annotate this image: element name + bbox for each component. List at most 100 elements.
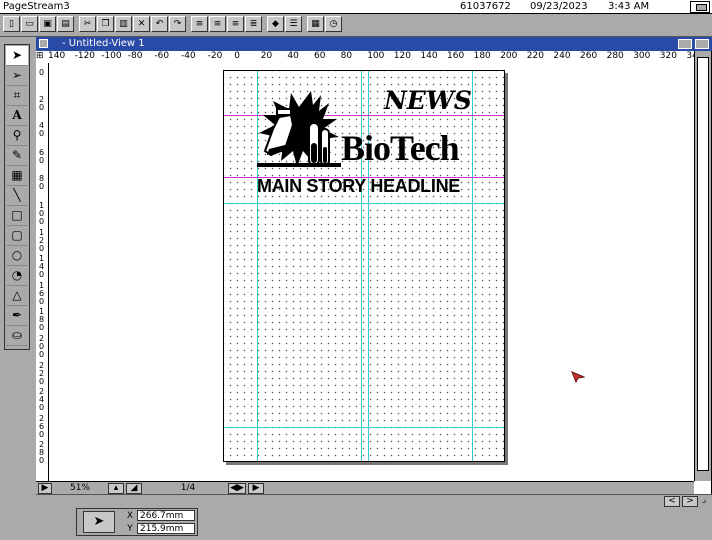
v-ruler-tick: 200 bbox=[38, 334, 45, 359]
pointer-icon[interactable]: ➤ bbox=[83, 511, 115, 533]
depth-gadget-icon[interactable] bbox=[695, 39, 709, 49]
crop-tool-icon[interactable]: ⌗ bbox=[6, 86, 28, 106]
h-ruler-tick: 40 bbox=[287, 51, 299, 61]
h-ruler-tick: 20 bbox=[260, 51, 273, 61]
save-disk-icon[interactable]: ▣ bbox=[39, 16, 56, 32]
toolbar: ▯ ▭ ▣ ▤ ✂ ❐ ▥ ✕ ↶ ↷ ≡ ≡ ≡ ≣ ◆ ☰ ▦ ◷ bbox=[0, 14, 712, 37]
nav-menu-icon[interactable]: ▶ bbox=[38, 483, 52, 494]
magnify-tool-icon[interactable]: ⚲ bbox=[6, 126, 28, 146]
clock-icon[interactable]: ◷ bbox=[325, 16, 342, 32]
y-coordinate-field[interactable]: 215.9mm bbox=[137, 523, 195, 534]
redo-icon[interactable]: ↷ bbox=[169, 16, 186, 32]
page-next-icon[interactable]: ▶ bbox=[248, 483, 264, 494]
close-icon[interactable] bbox=[39, 39, 48, 48]
h-ruler-tick: -80 bbox=[127, 51, 143, 61]
object-tool-icon[interactable]: ➤ bbox=[6, 46, 28, 66]
page-first-icon[interactable]: ◢ bbox=[126, 483, 142, 494]
v-ruler-tick: 80 bbox=[38, 174, 45, 192]
size-gadget-icon[interactable]: ⌟ bbox=[698, 496, 710, 507]
print-icon[interactable]: ▤ bbox=[57, 16, 74, 32]
h-ruler-label: ⊞ bbox=[36, 51, 44, 61]
app-title: PageStream3 bbox=[3, 1, 70, 12]
v-ruler-tick: 240 bbox=[38, 387, 45, 413]
document-title-bar[interactable]: - Untitled-View 1 bbox=[36, 37, 712, 51]
rounded-box-tool-icon[interactable]: ▢ bbox=[6, 226, 28, 246]
justify-icon[interactable]: ≣ bbox=[245, 16, 262, 32]
scroll-right-icon[interactable]: > bbox=[682, 496, 698, 507]
align-left-icon[interactable]: ≡ bbox=[191, 16, 208, 32]
v-ruler-tick: 0 bbox=[38, 68, 45, 77]
screen-depth-icon[interactable] bbox=[690, 1, 710, 13]
v-ruler-tick: 160 bbox=[38, 280, 45, 306]
page-prev-icon[interactable]: ◀▶ bbox=[228, 483, 246, 494]
copy-icon[interactable]: ❐ bbox=[97, 16, 114, 32]
h-ruler-tick: 180 bbox=[473, 51, 491, 61]
zoom-level[interactable]: 51% bbox=[56, 483, 104, 494]
oval-tool-icon[interactable]: ○ bbox=[6, 246, 28, 266]
tool-palette: ➤ ➢ ⌗ A ⚲ ✎ ▦ ╲ □ ▢ ○ ◔ △ ✒ ⛀ bbox=[4, 44, 30, 350]
vertical-ruler: 0 20 40 60 80 100120140160180200220240260280 bbox=[36, 63, 49, 481]
page-up-icon[interactable]: ▴ bbox=[108, 483, 124, 494]
coordinate-palette: ➤ X 266.7mm Y 215.9mm bbox=[76, 508, 198, 536]
h-ruler-tick: -40 bbox=[181, 51, 196, 61]
point-tool-icon[interactable]: ➢ bbox=[6, 66, 28, 86]
dashboard-icon[interactable]: ▦ bbox=[307, 16, 324, 32]
h-ruler-tick: 280 bbox=[606, 51, 624, 61]
polygon-tool-icon[interactable]: △ bbox=[6, 286, 28, 306]
line-tool-icon[interactable]: ╲ bbox=[6, 186, 28, 206]
cut-icon[interactable]: ✂ bbox=[79, 16, 96, 32]
clear-icon[interactable]: ✕ bbox=[133, 16, 150, 32]
h-ruler-tick: 0 bbox=[234, 51, 240, 61]
new-doc-icon[interactable]: ▯ bbox=[3, 16, 20, 32]
masthead-kicker[interactable]: NEWS bbox=[384, 86, 472, 115]
masthead-title[interactable]: BioTech bbox=[341, 127, 460, 169]
h-ruler-tick: -60 bbox=[154, 51, 170, 61]
eyedropper-icon[interactable]: ◆ bbox=[267, 16, 284, 32]
h-ruler-tick: 240 bbox=[553, 51, 571, 61]
h-ruler-tick: 300 bbox=[633, 51, 651, 61]
h-ruler-tick: 200 bbox=[500, 51, 518, 61]
align-center-icon[interactable]: ≡ bbox=[209, 16, 226, 32]
v-ruler-tick: 180 bbox=[38, 307, 45, 333]
pen-tool-icon[interactable]: ✒ bbox=[6, 306, 28, 326]
text-tool-icon[interactable]: A bbox=[6, 106, 28, 126]
biotech-flask-logo-icon bbox=[257, 91, 341, 167]
scroll-left-icon[interactable]: < bbox=[664, 496, 680, 507]
vertical-scrollbar[interactable] bbox=[694, 51, 711, 481]
vertical-scroll-thumb[interactable] bbox=[697, 57, 709, 471]
v-ruler-tick: 100 bbox=[38, 201, 45, 226]
zoom-gadget-icon[interactable] bbox=[678, 39, 692, 49]
h-ruler-tick: 340 bbox=[686, 51, 694, 61]
horizontal-scrollbar[interactable]: < > ⌟ bbox=[36, 494, 712, 507]
column-tool-icon[interactable]: ▦ bbox=[6, 166, 28, 186]
v-ruler-tick: 60 bbox=[38, 147, 45, 165]
main-headline[interactable]: MAIN STORY HEADLINE bbox=[257, 176, 460, 197]
x-coordinate-field[interactable]: 266.7mm bbox=[137, 510, 195, 521]
align-right-icon[interactable]: ≡ bbox=[227, 16, 244, 32]
h-ruler-tick: 140 bbox=[420, 51, 438, 61]
date: 09/23/2023 bbox=[530, 1, 588, 12]
paste-icon[interactable]: ▥ bbox=[115, 16, 132, 32]
canvas[interactable]: NEWS BioTech MAIN STORY HEADLINE bbox=[49, 63, 694, 481]
h-ruler-tick: 120 bbox=[393, 51, 411, 61]
margin-guide-bottom bbox=[224, 427, 504, 428]
list-icon[interactable]: ☰ bbox=[285, 16, 302, 32]
eyedropper-tool-icon[interactable]: ✎ bbox=[6, 146, 28, 166]
box-tool-icon[interactable]: □ bbox=[6, 206, 28, 226]
h-ruler-tick: 100 bbox=[367, 51, 385, 61]
navigation-bar: ▶ 51% ▴ ◢ 1/4 ◀▶ ▶ bbox=[36, 481, 694, 495]
page[interactable]: NEWS BioTech MAIN STORY HEADLINE bbox=[223, 70, 505, 462]
v-ruler-tick: 20 bbox=[38, 94, 45, 112]
h-ruler-tick: 140 bbox=[48, 51, 66, 61]
h-ruler-tick: -120 bbox=[74, 51, 96, 61]
fill-tool-icon[interactable]: ⛀ bbox=[6, 326, 28, 346]
h-ruler-tick: -20 bbox=[207, 51, 223, 61]
page-indicator[interactable]: 1/4 bbox=[148, 483, 228, 494]
document-title: - Untitled-View 1 bbox=[62, 38, 145, 49]
open-folder-icon[interactable]: ▭ bbox=[21, 16, 38, 32]
free-memory: 61037672 bbox=[460, 1, 511, 12]
undo-icon[interactable]: ↶ bbox=[151, 16, 168, 32]
v-ruler-tick: 140 bbox=[38, 254, 45, 280]
arc-tool-icon[interactable]: ◔ bbox=[6, 266, 28, 286]
y-label: Y bbox=[127, 524, 133, 534]
